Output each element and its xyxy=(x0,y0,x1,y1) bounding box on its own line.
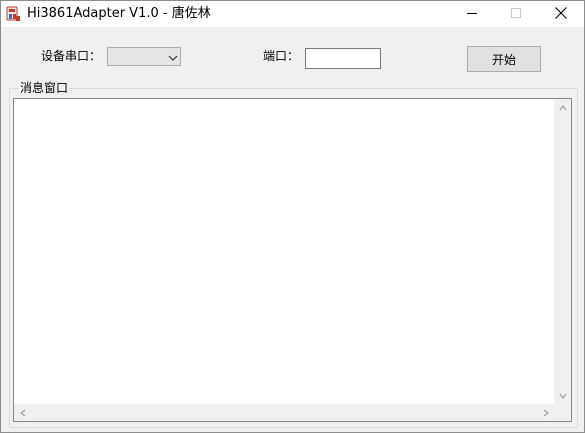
maximize-icon xyxy=(511,7,521,21)
close-button[interactable] xyxy=(538,1,584,27)
app-window: Hi3861Adapter V1.0 - 唐佐林 设备串口： 端口： 开始 消息… xyxy=(0,0,585,433)
message-textarea[interactable] xyxy=(13,98,572,422)
scrollbar-corner xyxy=(554,404,571,421)
app-icon xyxy=(5,6,21,22)
message-panel-title: 消息窗口 xyxy=(19,81,70,95)
scroll-down-icon[interactable] xyxy=(554,387,571,404)
vertical-scrollbar[interactable] xyxy=(554,99,571,404)
scroll-left-icon[interactable] xyxy=(14,404,31,421)
port-input[interactable] xyxy=(305,48,381,69)
chevron-down-icon xyxy=(168,52,178,62)
horizontal-scrollbar[interactable] xyxy=(14,404,554,421)
port-label: 端口： xyxy=(263,49,300,63)
minimize-icon xyxy=(467,7,477,21)
scroll-right-icon[interactable] xyxy=(537,404,554,421)
device-port-select[interactable] xyxy=(107,47,181,66)
window-title: Hi3861Adapter V1.0 - 唐佐林 xyxy=(27,6,211,21)
scroll-up-icon[interactable] xyxy=(554,99,571,116)
close-icon xyxy=(555,6,567,22)
title-bar[interactable]: Hi3861Adapter V1.0 - 唐佐林 xyxy=(1,1,584,27)
minimize-button[interactable] xyxy=(449,1,495,27)
device-port-label: 设备串口： xyxy=(41,49,102,63)
start-button[interactable]: 开始 xyxy=(467,46,541,72)
maximize-button[interactable] xyxy=(493,1,539,27)
